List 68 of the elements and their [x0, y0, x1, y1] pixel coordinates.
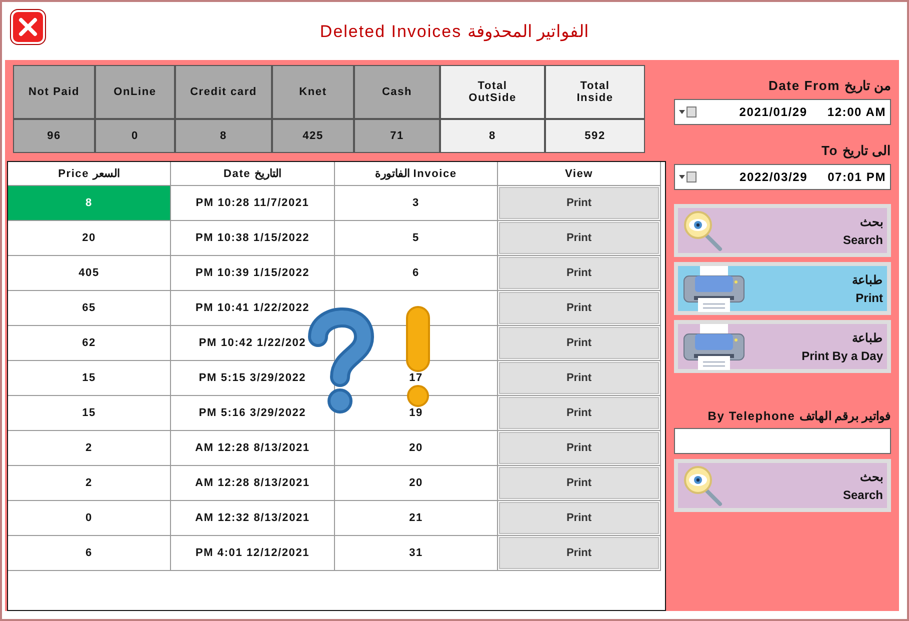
- column-header: Date التاريخ: [171, 162, 335, 186]
- column-header: الفاتورة Invoice: [335, 162, 498, 186]
- invoice-cell: 21: [335, 501, 498, 536]
- print-button[interactable]: Print: [499, 292, 659, 324]
- print-button[interactable]: Print: [499, 432, 659, 464]
- calendar-dropdown-icon: [679, 171, 697, 183]
- summary-value: 425: [272, 119, 354, 153]
- summary-header: Cash: [354, 65, 440, 119]
- summary-value: 0: [95, 119, 175, 153]
- summary-header: OnLine: [95, 65, 175, 119]
- price-cell: 405: [8, 256, 171, 291]
- summary-value: 71: [354, 119, 440, 153]
- print-button[interactable]: Print: [499, 467, 659, 499]
- summary-value: 8: [175, 119, 272, 153]
- date-from-label: Date From من تاريخ: [767, 77, 891, 96]
- summary-header: Knet: [272, 65, 354, 119]
- price-cell: 15: [8, 396, 171, 431]
- date-to-label: To الى تاريخ: [820, 142, 891, 160]
- close-icon: [18, 17, 38, 37]
- summary-header: Total Inside: [545, 65, 645, 119]
- date-to-field[interactable]: 2022/03/29 07:01 PM: [674, 164, 891, 190]
- summary-value: 8: [440, 119, 545, 153]
- print-button[interactable]: Print: [499, 397, 659, 429]
- invoice-cell: 6: [335, 256, 498, 291]
- date-cell: PM 10:41 1/22/2022: [171, 291, 335, 326]
- summary-value: 592: [545, 119, 645, 153]
- telephone-field[interactable]: [674, 428, 891, 454]
- price-cell: 20: [8, 221, 171, 256]
- price-cell: 65: [8, 291, 171, 326]
- invoice-cell: 5: [335, 221, 498, 256]
- price-cell: 62: [8, 326, 171, 361]
- invoice-cell: 31: [335, 536, 498, 571]
- date-cell: PM 10:38 1/15/2022: [171, 221, 335, 256]
- print-button[interactable]: Print: [499, 257, 659, 289]
- summary-header: Total OutSide: [440, 65, 545, 119]
- price-cell: 2: [8, 431, 171, 466]
- price-cell: 2: [8, 466, 171, 501]
- invoice-cell: 20: [335, 466, 498, 501]
- print-button[interactable]: Print: [499, 222, 659, 254]
- date-cell: AM 12:28 8/13/2021: [171, 466, 335, 501]
- telephone-label: By Telephone فواتير برقم الهاتف: [706, 408, 891, 426]
- close-button[interactable]: [11, 10, 45, 44]
- print-button[interactable]: Print: [499, 327, 659, 359]
- print-button[interactable]: Print: [499, 537, 659, 569]
- price-cell: 8: [8, 186, 171, 221]
- print-button[interactable]: Print: [499, 362, 659, 394]
- date-from-field[interactable]: 2021/01/29 12:00 AM: [674, 99, 891, 125]
- price-cell: 15: [8, 361, 171, 396]
- calendar-dropdown-icon: [679, 106, 697, 118]
- price-cell: 6: [8, 536, 171, 571]
- printer-icon: [682, 266, 746, 312]
- print-button[interactable]: Print: [499, 502, 659, 534]
- summary-header: Credit card: [175, 65, 272, 119]
- date-cell: PM 10:28 11/7/2021: [171, 186, 335, 221]
- summary-header: Not Paid: [13, 65, 95, 119]
- column-header: View: [498, 162, 661, 186]
- date-cell: AM 12:32 8/13/2021: [171, 501, 335, 536]
- printer-icon: [682, 324, 746, 370]
- date-cell: PM 10:42 1/22/202: [171, 326, 335, 361]
- invoice-cell: 3: [335, 186, 498, 221]
- date-cell: PM 10:39 1/15/2022: [171, 256, 335, 291]
- invoice-cell: 20: [335, 431, 498, 466]
- summary-value: 96: [13, 119, 95, 153]
- date-cell: PM 4:01 12/12/2021: [171, 536, 335, 571]
- print-button[interactable]: Print: [499, 187, 659, 219]
- date-cell: AM 12:28 8/13/2021: [171, 431, 335, 466]
- window-title: Deleted Invoices الفواتير المحذوفة: [320, 20, 590, 42]
- price-cell: 0: [8, 501, 171, 536]
